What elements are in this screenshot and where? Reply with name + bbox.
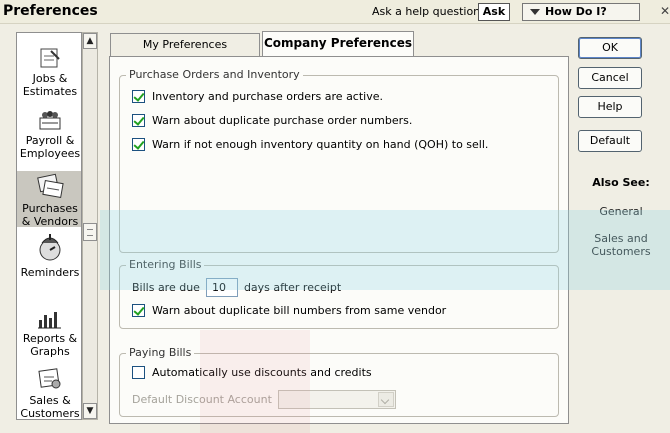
option-label: Warn if not enough inventory quantity on… xyxy=(152,138,489,151)
help-question-label: Ask a help question xyxy=(372,5,481,18)
preferences-category-list[interactable]: Jobs & Estimates Payroll & Employees Pur… xyxy=(16,32,82,420)
default-discount-row: Default Discount Account xyxy=(132,390,396,409)
entering-bills-group: Entering Bills Bills are due 10 days aft… xyxy=(119,258,559,329)
auto-discounts-checkbox[interactable] xyxy=(132,366,145,379)
sidebar-item-label: Reports & Graphs xyxy=(22,332,78,358)
bills-due-suffix: days after receipt xyxy=(243,281,342,294)
also-see-title: Also See: xyxy=(592,176,650,189)
how-do-i-button[interactable]: How Do I? xyxy=(522,3,640,21)
tab-my-preferences[interactable]: My Preferences xyxy=(110,33,260,57)
auto-discounts-option[interactable]: Automatically use discounts and credits xyxy=(132,366,372,379)
warn-qoh-option[interactable]: Warn if not enough inventory quantity on… xyxy=(132,138,488,151)
preferences-panel: Purchase Orders and Inventory Inventory … xyxy=(109,56,569,424)
sidebar-item-payroll-employees[interactable]: Payroll & Employees xyxy=(17,109,81,160)
sidebar-item-reports-graphs[interactable]: Reports & Graphs xyxy=(17,309,81,358)
option-label: Warn about duplicate bill numbers from s… xyxy=(152,304,447,317)
inventory-active-checkbox[interactable] xyxy=(132,90,145,103)
warn-qoh-checkbox[interactable] xyxy=(132,138,145,151)
sidebar-item-label: Purchases & Vendors xyxy=(21,202,79,228)
warn-duplicate-bill-checkbox[interactable] xyxy=(132,304,145,317)
reminders-icon xyxy=(39,234,61,261)
sidebar-item-purchases-vendors[interactable]: Purchases & Vendors xyxy=(17,171,81,228)
warn-duplicate-po-option[interactable]: Warn about duplicate purchase order numb… xyxy=(132,114,412,127)
sidebar-item-label: Jobs & Estimates xyxy=(22,72,78,98)
warn-duplicate-bill-option[interactable]: Warn about duplicate bill numbers from s… xyxy=(132,304,446,317)
ask-button[interactable]: Ask xyxy=(478,3,510,21)
close-icon[interactable]: ✕ xyxy=(660,4,670,18)
sidebar-item-label: Reminders xyxy=(20,266,80,279)
title-bar: Preferences Ask a help question Ask How … xyxy=(0,0,670,24)
tab-company-preferences[interactable]: Company Preferences xyxy=(262,31,414,57)
group-legend: Entering Bills xyxy=(126,258,205,271)
payroll-employees-icon xyxy=(39,111,61,130)
bills-due-days-input[interactable]: 10 xyxy=(205,278,238,297)
default-discount-label: Default Discount Account xyxy=(132,393,272,406)
also-see-sales-customers-link[interactable]: Sales and Customers xyxy=(574,232,668,258)
window-title: Preferences xyxy=(3,3,98,19)
option-label: Automatically use discounts and credits xyxy=(152,366,372,379)
sidebar-item-label: Payroll & Employees xyxy=(19,134,81,160)
bills-due-label: Bills are due xyxy=(132,281,200,294)
warn-duplicate-po-checkbox[interactable] xyxy=(132,114,145,127)
tab-label: Company Preferences xyxy=(264,36,412,50)
group-legend: Purchase Orders and Inventory xyxy=(126,68,303,81)
sidebar-item-sales-customers[interactable]: Sales & Customers xyxy=(17,367,81,420)
sidebar-scrollbar[interactable]: ▲ ▼ xyxy=(82,32,98,420)
reports-graphs-icon xyxy=(38,312,61,329)
sidebar-item-label: Sales & Customers xyxy=(20,394,80,420)
how-do-i-label: How Do I? xyxy=(545,5,607,18)
tab-label: My Preferences xyxy=(142,38,228,51)
cancel-button[interactable]: Cancel xyxy=(578,67,642,89)
scroll-down-icon[interactable]: ▼ xyxy=(83,403,97,419)
help-button[interactable]: Help xyxy=(578,96,642,118)
sales-customers-icon xyxy=(38,368,61,389)
scroll-up-icon[interactable]: ▲ xyxy=(83,33,97,49)
group-legend: Paying Bills xyxy=(126,346,195,359)
purchases-vendors-icon xyxy=(37,173,64,199)
inventory-active-option[interactable]: Inventory and purchase orders are active… xyxy=(132,90,383,103)
purchase-orders-group: Purchase Orders and Inventory Inventory … xyxy=(119,68,559,253)
dropdown-arrow-icon xyxy=(530,9,540,15)
bills-due-row: Bills are due 10 days after receipt xyxy=(132,278,341,297)
default-button[interactable]: Default xyxy=(578,130,642,152)
sidebar-item-reminders[interactable]: Reminders xyxy=(17,231,81,279)
ok-button[interactable]: OK xyxy=(578,37,642,59)
chevron-down-icon[interactable] xyxy=(377,392,394,407)
sidebar-item-jobs-estimates[interactable]: Jobs & Estimates xyxy=(17,47,81,98)
option-label: Inventory and purchase orders are active… xyxy=(152,90,383,103)
default-discount-account-select[interactable] xyxy=(277,390,396,409)
paying-bills-group: Paying Bills Automatically use discounts… xyxy=(119,346,559,417)
also-see-general-link[interactable]: General xyxy=(574,205,668,218)
scroll-thumb[interactable] xyxy=(83,223,97,241)
option-label: Warn about duplicate purchase order numb… xyxy=(152,114,413,127)
jobs-estimates-icon xyxy=(40,48,60,68)
